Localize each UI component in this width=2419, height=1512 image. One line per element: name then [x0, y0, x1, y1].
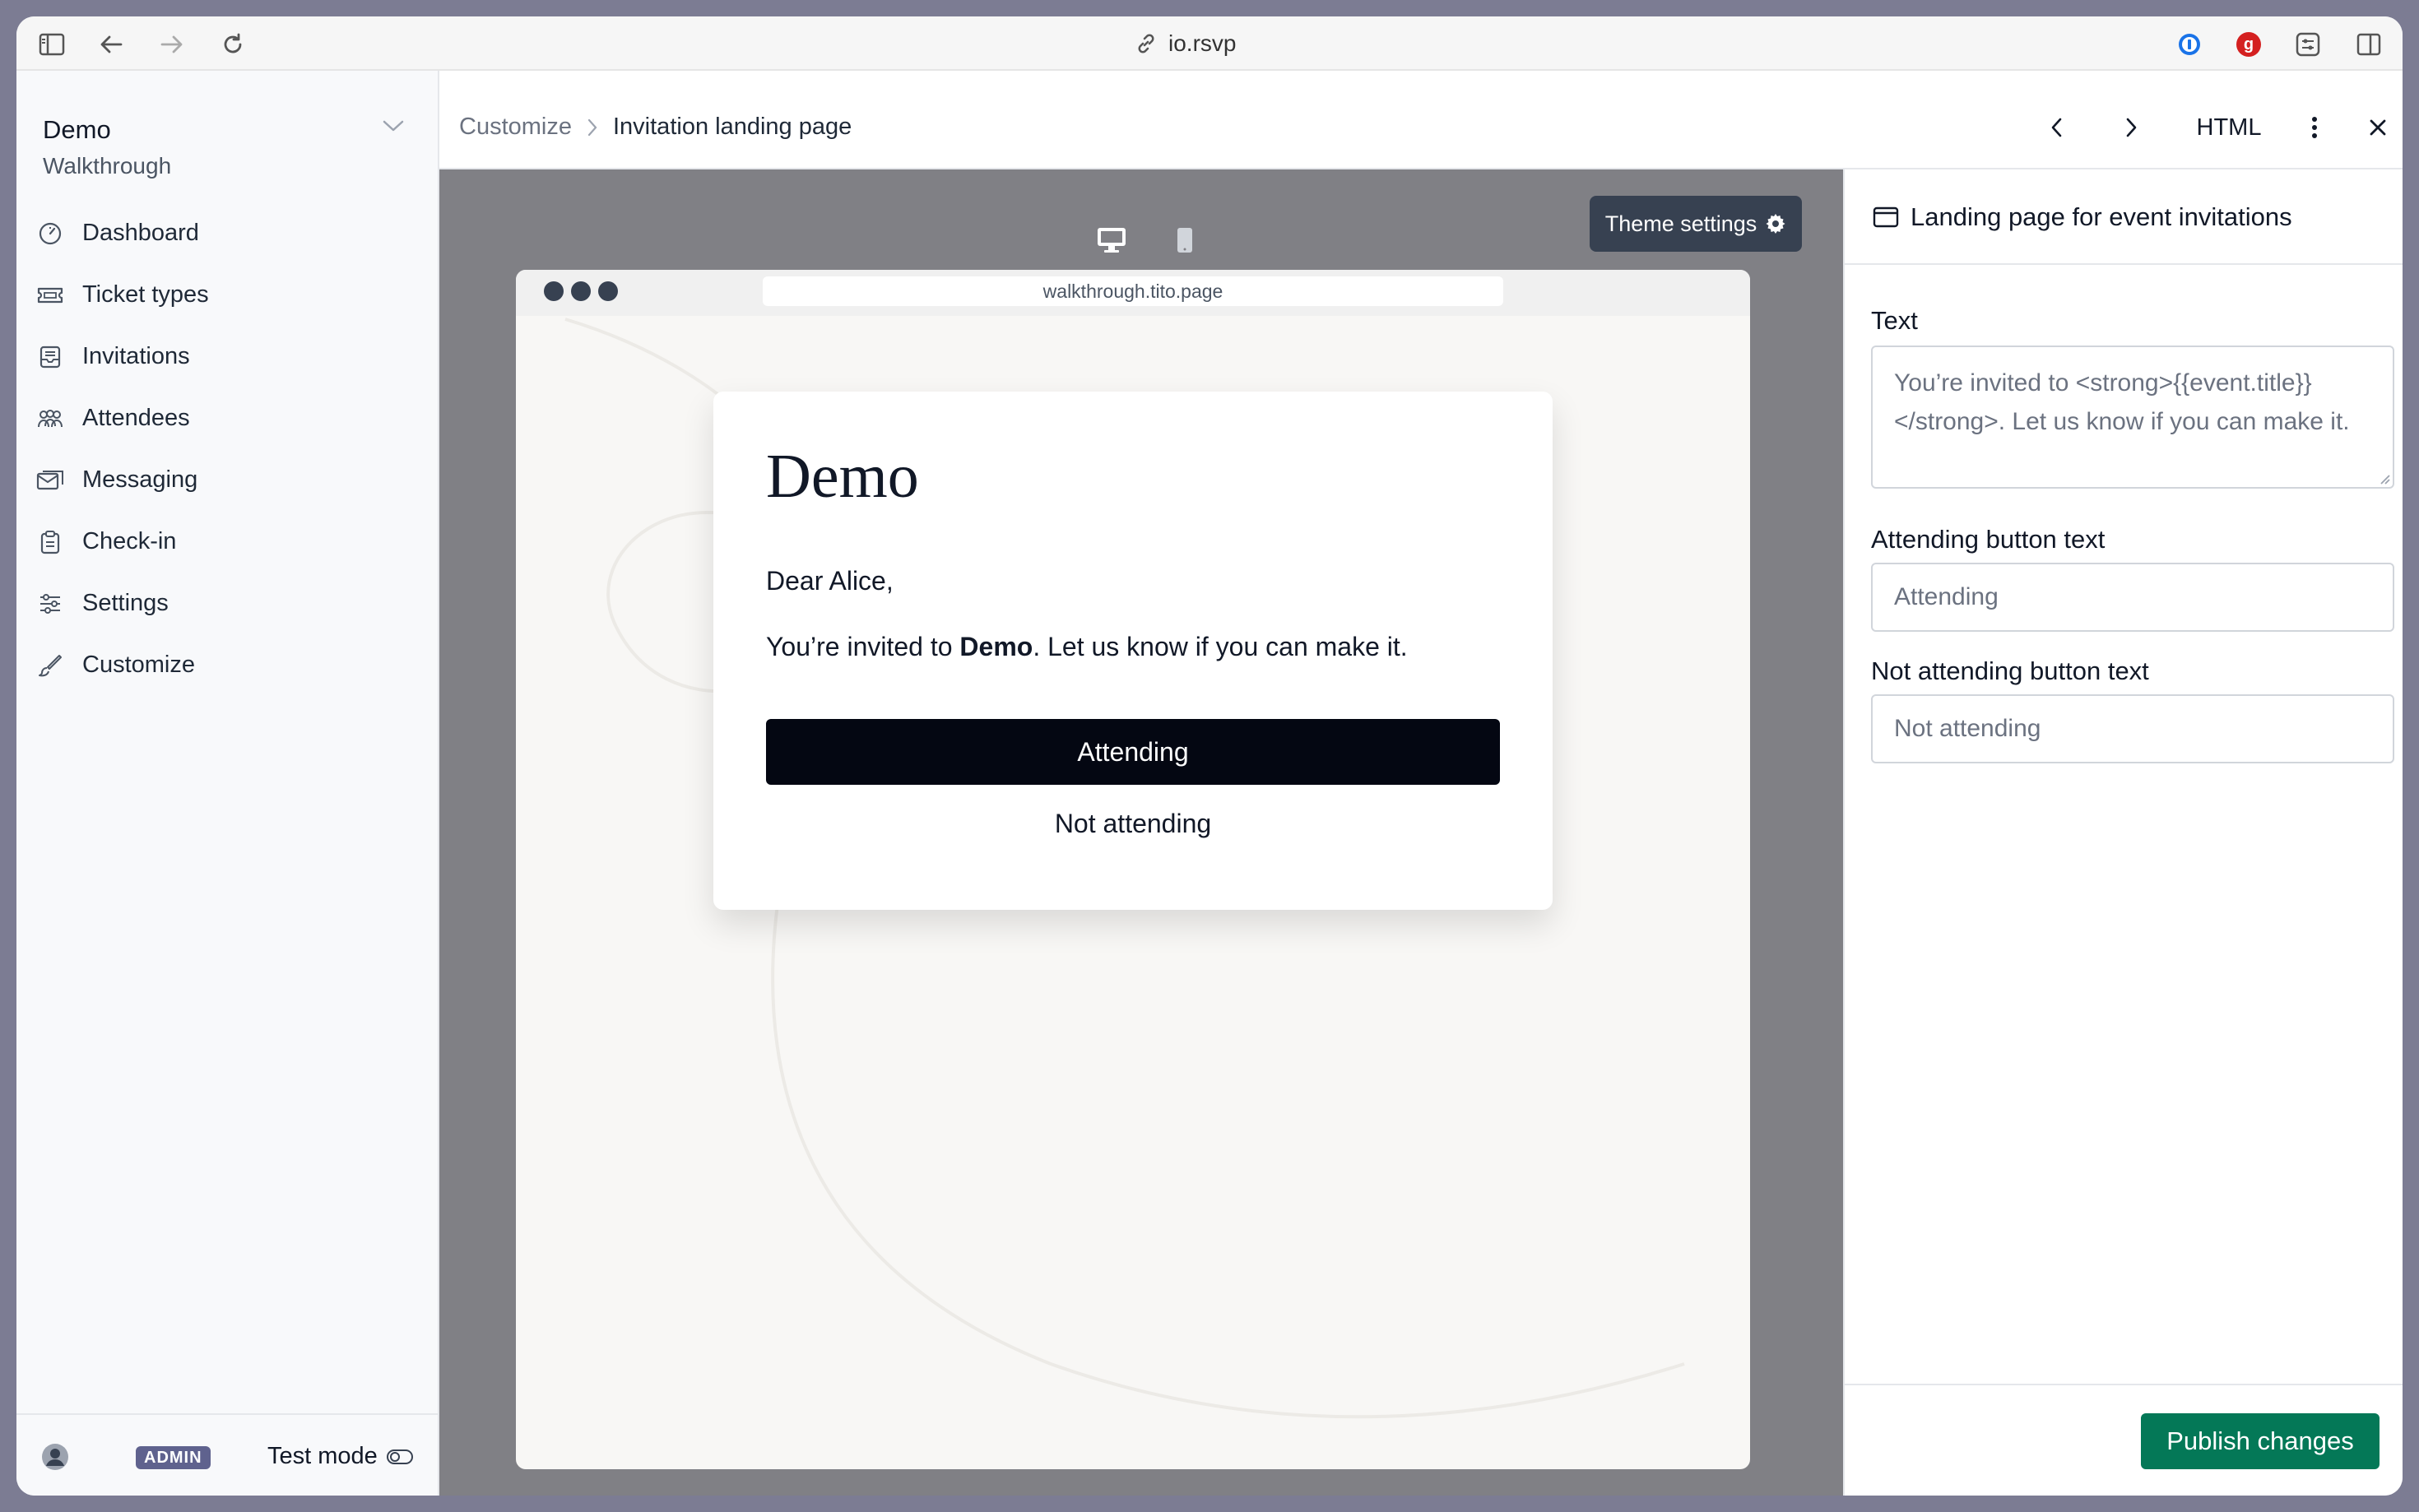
- grammar-extension-icon[interactable]: g: [2235, 30, 2263, 58]
- sidebar-item-label: Messaging: [82, 466, 198, 493]
- svg-text:g: g: [2244, 35, 2254, 53]
- chevron-right-icon: [587, 118, 597, 136]
- close-icon[interactable]: [2363, 110, 2393, 145]
- desktop-icon[interactable]: [1095, 224, 1128, 257]
- message-prefix: You’re invited to: [766, 632, 960, 661]
- not-attending-input[interactable]: Not attending: [1871, 694, 2394, 763]
- sliders-icon: [36, 590, 64, 618]
- browser-window: io.rsvp g Demo Walkthrough Dashboard Tic…: [16, 16, 2403, 1496]
- settings-panel: Landing page for event invitations Text …: [1843, 169, 2403, 1496]
- not-attending-button[interactable]: Not attending: [766, 795, 1500, 852]
- sidebar-item-attendees[interactable]: Attendees: [36, 387, 423, 449]
- browser-toolbar: io.rsvp g: [16, 16, 2403, 71]
- avatar[interactable]: [41, 1443, 69, 1471]
- org-name[interactable]: Demo: [43, 115, 111, 145]
- address-bar[interactable]: io.rsvp: [1135, 28, 1236, 59]
- message-event-name: Demo: [959, 632, 1033, 661]
- sidebar-footer: ADMIN Test mode: [16, 1413, 438, 1496]
- attending-input[interactable]: Attending: [1871, 563, 2394, 632]
- window-dot: [598, 281, 618, 301]
- invitation-card: Demo Dear Alice, You’re invited to Demo.…: [713, 392, 1553, 910]
- event-title: Demo: [766, 442, 919, 511]
- greeting: Dear Alice,: [766, 566, 894, 596]
- sidebar-item-label: Dashboard: [82, 220, 199, 246]
- mail-icon: [36, 466, 64, 494]
- sidebar-item-customize[interactable]: Customize: [36, 634, 423, 696]
- dashboard-icon: [36, 220, 64, 248]
- extension-sliders-icon[interactable]: [2294, 30, 2322, 58]
- window-icon: [1873, 206, 1899, 228]
- org-subtitle: Walkthrough: [43, 153, 172, 179]
- theme-settings-label: Theme settings: [1604, 211, 1757, 236]
- url-text: io.rsvp: [1168, 30, 1237, 56]
- brush-icon: [36, 652, 64, 679]
- sidebar-nav: Dashboard Ticket types Invitations Atten…: [36, 202, 423, 696]
- previous-icon[interactable]: [2041, 110, 2073, 145]
- back-arrow-icon[interactable]: [97, 30, 125, 58]
- sidebar-item-messaging[interactable]: Messaging: [36, 449, 423, 511]
- sidebar-item-label: Invitations: [82, 343, 190, 369]
- sidebar-item-check-in[interactable]: Check-in: [36, 511, 423, 573]
- sidebar-item-invitations[interactable]: Invitations: [36, 326, 423, 387]
- theme-settings-button[interactable]: Theme settings: [1590, 196, 1802, 252]
- inbox-icon: [36, 343, 64, 371]
- people-icon: [36, 405, 64, 433]
- mobile-icon[interactable]: [1168, 224, 1201, 257]
- gear-icon: [1766, 214, 1785, 234]
- mock-browser: walkthrough.tito.page Demo Dear Alice, Y…: [516, 270, 1750, 1469]
- panel-header: Landing page for event invitations: [1845, 169, 2403, 265]
- breadcrumb: Customize Invitation landing page: [459, 114, 852, 141]
- more-vertical-icon[interactable]: [2302, 110, 2327, 145]
- test-mode-label: Test mode: [267, 1443, 378, 1469]
- sidebar-item-label: Ticket types: [82, 281, 209, 308]
- panel-title: Landing page for event invitations: [1873, 202, 2292, 232]
- sidebar-item-label: Check-in: [82, 528, 177, 554]
- sidebar-item-settings[interactable]: Settings: [36, 573, 423, 634]
- sidebar-item-label: Attendees: [82, 405, 190, 431]
- sidebar-toggle-icon[interactable]: [38, 30, 66, 58]
- sidebar: Demo Walkthrough Dashboard Ticket types …: [16, 71, 439, 1496]
- attending-label: Attending button text: [1871, 525, 2106, 554]
- mock-browser-toolbar: walkthrough.tito.page: [516, 270, 1750, 316]
- forward-arrow-icon[interactable]: [158, 30, 186, 58]
- next-icon[interactable]: [2115, 110, 2147, 145]
- chevron-down-icon[interactable]: [382, 118, 405, 137]
- window-dot: [571, 281, 591, 301]
- split-view-icon[interactable]: [2355, 30, 2383, 58]
- breadcrumb-customize[interactable]: Customize: [459, 114, 572, 141]
- mock-url: walkthrough.tito.page: [763, 276, 1503, 306]
- text-label: Text: [1871, 306, 1918, 335]
- message-suffix: . Let us know if you can make it.: [1033, 632, 1408, 661]
- html-button[interactable]: HTML: [2184, 110, 2274, 145]
- link-icon: [1138, 34, 1154, 53]
- editor-header: Customize Invitation landing page HTML: [439, 86, 2403, 169]
- panel-footer: Publish changes: [1845, 1384, 2403, 1496]
- panel-title-text: Landing page for event invitations: [1911, 202, 2292, 231]
- breadcrumb-current: Invitation landing page: [613, 114, 852, 140]
- reload-icon[interactable]: [219, 30, 247, 58]
- test-mode-toggle[interactable]: Test mode: [267, 1443, 414, 1470]
- clipboard-icon: [36, 528, 64, 556]
- sidebar-item-label: Settings: [82, 590, 169, 616]
- resize-handle-icon[interactable]: [2378, 472, 2391, 485]
- window-dot: [544, 281, 564, 301]
- sidebar-item-ticket-types[interactable]: Ticket types: [36, 264, 423, 326]
- invitation-message: You’re invited to Demo. Let us know if y…: [766, 632, 1408, 662]
- sidebar-item-dashboard[interactable]: Dashboard: [36, 202, 423, 264]
- password-manager-icon[interactable]: [2175, 30, 2203, 58]
- attending-button[interactable]: Attending: [766, 719, 1500, 785]
- admin-badge: ADMIN: [136, 1446, 211, 1469]
- preview-area: Theme settings walkthrough.tito.page Dem…: [439, 169, 1843, 1496]
- sidebar-item-label: Customize: [82, 652, 195, 678]
- ticket-icon: [36, 281, 64, 309]
- text-field[interactable]: You’re invited to <strong>{{event.title}…: [1871, 346, 2394, 489]
- publish-button[interactable]: Publish changes: [2141, 1413, 2380, 1469]
- not-attending-label: Not attending button text: [1871, 656, 2149, 685]
- toggle-icon: [386, 1449, 413, 1464]
